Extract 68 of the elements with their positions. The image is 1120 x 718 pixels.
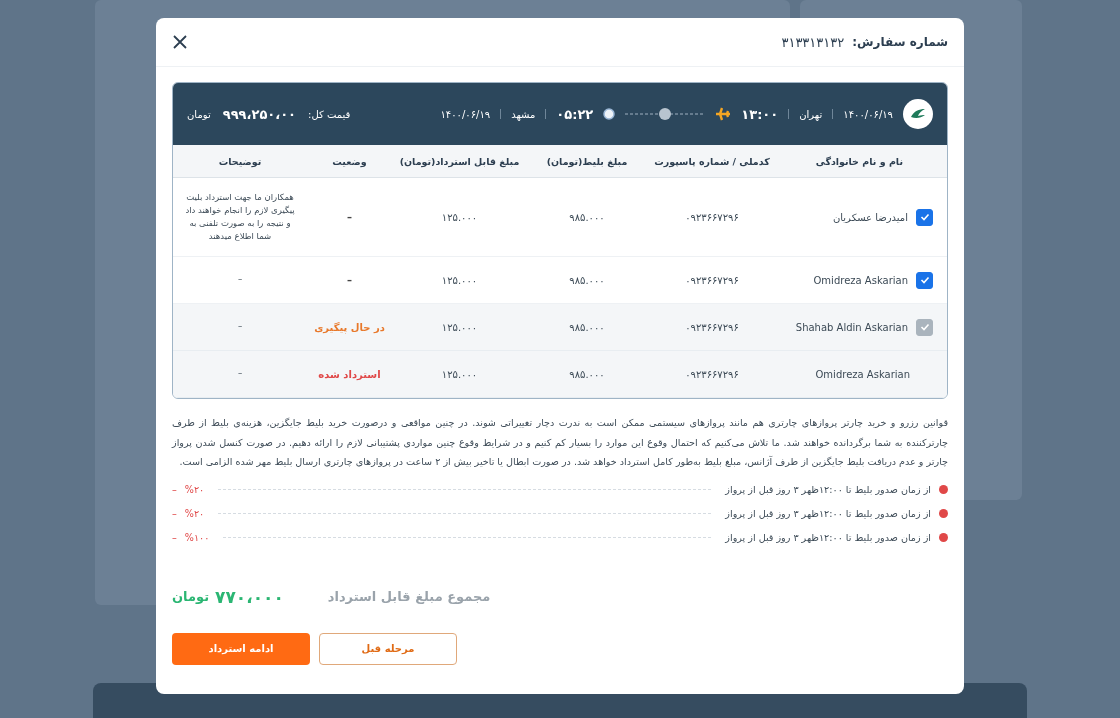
refund-status: استرداد شده [317,368,382,380]
total-price-label: قیمت کل: [308,108,351,120]
departure-time: ۱۳:۰۰ [741,106,779,122]
refund-status: – [346,274,353,286]
rules-paragraph: قوانین رزرو و خرید چارتر پروازهای چارتری هم مانند پروازهای سیستمی ممکن است به ندرت دچار تغییراتی شوند. در چنین مواقعی و درصورت خرید بلیط جایگزین، هزینه‌ی بلیط از طرف چارترکننده به شما برگردانده خواهند شد. ما تلاش می‌کنیم که احتمال وقوع این موارد را بسیار کم کنیم و در شرایط وقوع چنین مواردی پشتیبانی لازم را ارائه دهیم. در صورت کنسل شدن پرواز چارتر و عدم دریافت بلیط جایگزین از طرف آژانس، مبلغ بلیط به‌طور کامل استرداد خواهد شد. در صورت ابطال یا تاخیر بیش از ۲ ساعت در پروازهای چارتری ارسال بلیط مهر شده الزامی است. [172,416,948,470]
refundable-amount: ۱۲۵.۰۰۰ [440,274,479,286]
passport-number: ۰۹۲۳۶۶۷۲۹۶ [684,274,740,286]
ticket-price: ۹۸۵.۰۰۰ [568,368,606,380]
column-header: وضعیت [331,155,368,167]
penalty-sign: – [172,483,177,495]
total-price-currency: تومان [187,108,211,120]
order-number: ۳۱۳۳۱۳۱۳۲ [781,34,845,50]
bullet-dot-icon [939,484,948,494]
arrival-time: ۰۵:۲۲ [556,106,594,122]
passenger-checkbox[interactable] [916,208,933,226]
origin-city: تهران [799,108,823,120]
penalty-sign: – [172,531,177,543]
checkmark-icon [919,322,930,332]
refundable-amount: ۱۲۵.۰۰۰ [440,368,479,380]
passport-number: ۰۹۲۳۶۶۷۲۹۶ [684,321,740,333]
refund-total-label: مجموع مبلغ قابل استرداد [327,589,491,605]
penalty-condition: از زمان صدور بلیط تا ۱۲:۰۰ظهر ۳ روز قبل از پرواز [725,531,931,543]
refundable-amount: ۱۲۵.۰۰۰ [440,211,479,223]
refund-notes: – [236,367,244,381]
ticket-price: ۹۸۵.۰۰۰ [568,321,606,333]
airline-logo-icon [903,99,933,129]
refund-total-amount: ۷۷۰،۰۰۰ [215,586,284,607]
airplane-icon [715,106,732,122]
passenger-checkbox[interactable] [916,271,933,289]
bullet-dot-icon [939,532,948,542]
total-price-value: ۹۹۹،۲۵۰،۰۰ [222,106,297,122]
passenger-name: Omidreza Askarian [815,368,910,380]
checkmark-icon [919,275,930,285]
column-header: کدملی / شماره پاسپورت [653,155,771,167]
ticket-price: ۹۸۵.۰۰۰ [568,211,606,223]
penalty-percent: %۱۰۰ [184,531,210,543]
destination-dot-icon [603,108,616,120]
column-header: نام و نام خانوادگی [814,155,904,167]
refund-notes: همکاران ما جهت استرداد بلیت پیگیری لازم را انجام خواهند داد و نتیجه را به صورت تلفنی به شما اطلاع میدهند [184,190,296,244]
destination-city: مشهد [511,108,536,120]
penalty-percent: %۲۰ [184,507,205,519]
penalty-percent: %۲۰ [184,483,205,495]
passenger-name: امیدرضا عسکریان [832,211,908,223]
close-icon[interactable] [172,34,188,50]
bullet-dot-icon [939,508,948,518]
column-header: مبلغ بلیط(تومان) [545,155,629,167]
refund-status: – [346,211,353,223]
departure-date: ۱۴۰۰/۰۶/۱۹ [843,108,893,120]
passenger-name: Omidreza Askarian [813,274,908,286]
penalty-sign: – [172,507,177,519]
refund-notes: – [236,320,244,334]
checkmark-icon [919,212,930,222]
refundable-amount: ۱۲۵.۰۰۰ [440,321,479,333]
refund-total-currency: تومان [172,589,210,605]
column-header: مبلغ قابل استرداد(تومان) [398,155,521,167]
passenger-name: Shahab Aldin Askarian [795,321,908,333]
penalty-condition: از زمان صدور بلیط تا ۱۲:۰۰ظهر ۳ روز قبل از پرواز [725,507,931,519]
continue-refund-button[interactable]: ادامه استرداد [172,632,310,665]
refund-notes: – [236,273,244,287]
ticket-price: ۹۸۵.۰۰۰ [568,274,606,286]
previous-step-button[interactable]: مرحله قبل [319,632,457,665]
passport-number: ۰۹۲۳۶۶۷۲۹۶ [684,368,740,380]
arrival-date: ۱۴۰۰/۰۶/۱۹ [440,108,491,120]
passport-number: ۰۹۲۳۶۶۷۲۹۶ [684,211,740,223]
order-label: شماره سفارش: [852,35,948,49]
column-header: توضیحات [217,155,263,167]
refund-status: در حال پیگیری [313,321,386,333]
penalty-condition: از زمان صدور بلیط تا ۱۲:۰۰ظهر ۳ روز قبل از پرواز [725,483,931,495]
